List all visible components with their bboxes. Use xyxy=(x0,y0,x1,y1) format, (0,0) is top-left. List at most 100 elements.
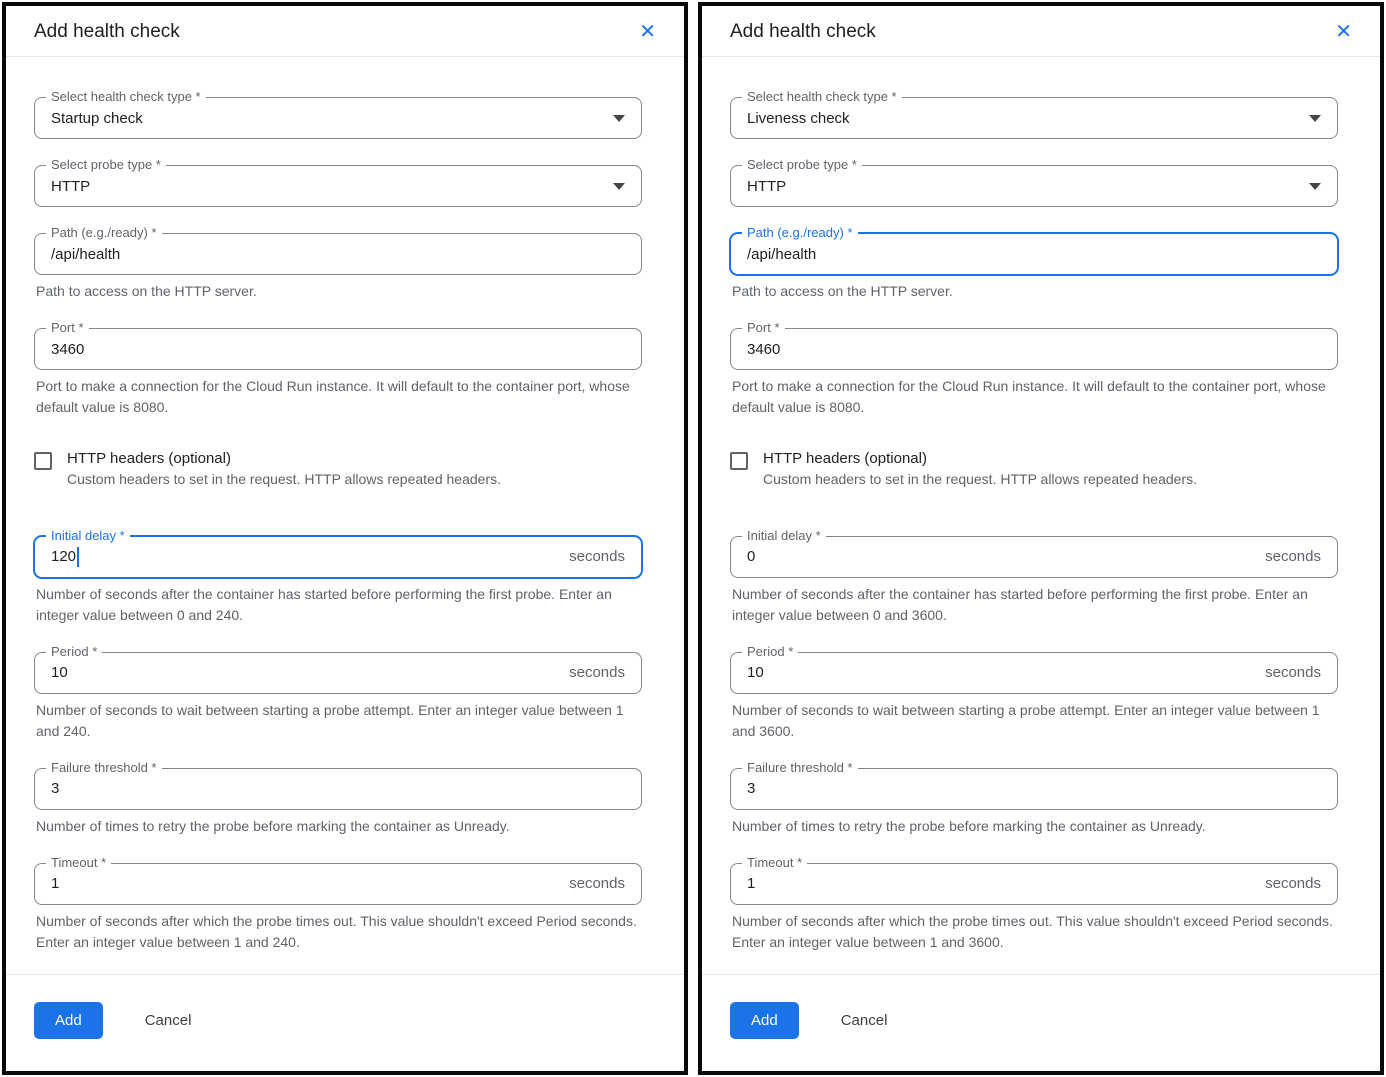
initial-delay-input[interactable]: Initial delay * 0 seconds xyxy=(730,536,1338,578)
checkbox-label[interactable]: HTTP headers (optional) xyxy=(67,450,501,467)
add-button[interactable]: Add xyxy=(34,1002,103,1039)
field-value: HTTP xyxy=(51,178,90,195)
field-label: Failure threshold * xyxy=(46,760,162,775)
field-group-timeout: Timeout * 1 seconds Number of seconds af… xyxy=(34,863,642,953)
port-input[interactable]: Port * 3460 xyxy=(34,328,642,370)
probe-type-select[interactable]: Select probe type * HTTP xyxy=(730,165,1338,207)
dropdown-arrow-icon xyxy=(613,115,625,122)
timeout-input[interactable]: Timeout * 1 seconds xyxy=(34,863,642,905)
helper-text: Port to make a connection for the Cloud … xyxy=(36,376,640,418)
field-value: 10 xyxy=(51,664,68,681)
field-value: 3 xyxy=(51,780,59,797)
dialog-startup-check: Add health check ✕ Select health check t… xyxy=(2,2,688,1075)
field-label: Select health check type * xyxy=(46,89,206,104)
dialog-title: Add health check xyxy=(34,21,180,43)
field-suffix: seconds xyxy=(1265,664,1321,681)
path-input[interactable]: Path (e.g./ready) * /api/health xyxy=(34,233,642,275)
field-group-probe-type: Select probe type * HTTP xyxy=(730,165,1338,207)
helper-text: Number of seconds after which the probe … xyxy=(732,911,1336,953)
helper-text: Number of times to retry the probe befor… xyxy=(732,816,1336,837)
period-input[interactable]: Period * 10 seconds xyxy=(730,652,1338,694)
dialog-title: Add health check xyxy=(730,21,876,43)
dialog-header: Add health check ✕ xyxy=(6,6,684,57)
field-label: Port * xyxy=(742,320,785,335)
field-label: Initial delay * xyxy=(46,528,130,543)
helper-text: Number of seconds after the container ha… xyxy=(36,584,640,626)
http-headers-group: HTTP headers (optional) Custom headers t… xyxy=(730,450,1338,490)
dropdown-arrow-icon xyxy=(1309,183,1321,190)
field-label: Timeout * xyxy=(46,855,111,870)
dropdown-arrow-icon xyxy=(613,183,625,190)
field-label: Path (e.g./ready) * xyxy=(742,225,858,240)
http-headers-group: HTTP headers (optional) Custom headers t… xyxy=(34,450,642,490)
close-icon[interactable]: ✕ xyxy=(1333,20,1354,44)
dialog-body: Select health check type * Liveness chec… xyxy=(702,57,1380,974)
helper-text: Number of seconds after the container ha… xyxy=(732,584,1336,626)
field-group-timeout: Timeout * 1 seconds Number of seconds af… xyxy=(730,863,1338,953)
field-value: /api/health xyxy=(51,246,120,263)
helper-text: Number of seconds after which the probe … xyxy=(36,911,640,953)
field-label: Select health check type * xyxy=(742,89,902,104)
field-label: Period * xyxy=(742,644,798,659)
field-label: Select probe type * xyxy=(46,157,166,172)
field-group-probe-type: Select probe type * HTTP xyxy=(34,165,642,207)
field-suffix: seconds xyxy=(569,875,625,892)
text-cursor xyxy=(77,547,79,567)
field-label: Failure threshold * xyxy=(742,760,858,775)
port-input[interactable]: Port * 3460 xyxy=(730,328,1338,370)
close-icon[interactable]: ✕ xyxy=(637,20,658,44)
checkbox-helper: Custom headers to set in the request. HT… xyxy=(67,470,501,490)
field-group-period: Period * 10 seconds Number of seconds to… xyxy=(730,652,1338,742)
initial-delay-input[interactable]: Initial delay * 120 seconds xyxy=(34,536,642,578)
failure-threshold-input[interactable]: Failure threshold * 3 xyxy=(34,768,642,810)
helper-text: Number of times to retry the probe befor… xyxy=(36,816,640,837)
checkbox-text: HTTP headers (optional) Custom headers t… xyxy=(763,450,1197,490)
dropdown-arrow-icon xyxy=(1309,115,1321,122)
timeout-input[interactable]: Timeout * 1 seconds xyxy=(730,863,1338,905)
field-suffix: seconds xyxy=(569,548,625,565)
field-value: HTTP xyxy=(747,178,786,195)
field-value: 10 xyxy=(747,664,764,681)
field-value: 1 xyxy=(747,875,755,892)
dialogs-container: Add health check ✕ Select health check t… xyxy=(0,0,1386,1077)
field-value: 120 xyxy=(51,548,76,565)
http-headers-checkbox[interactable] xyxy=(730,452,748,470)
field-label: Select probe type * xyxy=(742,157,862,172)
field-suffix: seconds xyxy=(1265,875,1321,892)
add-button[interactable]: Add xyxy=(730,1002,799,1039)
probe-type-select[interactable]: Select probe type * HTTP xyxy=(34,165,642,207)
dialog-header: Add health check ✕ xyxy=(702,6,1380,57)
field-group-path: Path (e.g./ready) * /api/health Path to … xyxy=(730,233,1338,302)
field-value: 0 xyxy=(747,548,755,565)
field-group-initial-delay: Initial delay * 0 seconds Number of seco… xyxy=(730,536,1338,626)
helper-text: Path to access on the HTTP server. xyxy=(36,281,640,302)
field-label: Timeout * xyxy=(742,855,807,870)
field-group-period: Period * 10 seconds Number of seconds to… xyxy=(34,652,642,742)
health-check-type-select[interactable]: Select health check type * Startup check xyxy=(34,97,642,139)
checkbox-text: HTTP headers (optional) Custom headers t… xyxy=(67,450,501,490)
field-label: Period * xyxy=(46,644,102,659)
checkbox-label[interactable]: HTTP headers (optional) xyxy=(763,450,1197,467)
cancel-button[interactable]: Cancel xyxy=(841,1012,888,1029)
field-suffix: seconds xyxy=(1265,548,1321,565)
path-input[interactable]: Path (e.g./ready) * /api/health xyxy=(730,233,1338,275)
http-headers-checkbox[interactable] xyxy=(34,452,52,470)
field-label: Path (e.g./ready) * xyxy=(46,225,162,240)
field-value: 3460 xyxy=(51,341,84,358)
field-label: Initial delay * xyxy=(742,528,826,543)
helper-text: Number of seconds to wait between starti… xyxy=(732,700,1336,742)
field-value: 3 xyxy=(747,780,755,797)
field-suffix: seconds xyxy=(569,664,625,681)
field-value: Liveness check xyxy=(747,110,850,127)
period-input[interactable]: Period * 10 seconds xyxy=(34,652,642,694)
field-group-port: Port * 3460 Port to make a connection fo… xyxy=(730,328,1338,418)
health-check-type-select[interactable]: Select health check type * Liveness chec… xyxy=(730,97,1338,139)
field-value: Startup check xyxy=(51,110,143,127)
failure-threshold-input[interactable]: Failure threshold * 3 xyxy=(730,768,1338,810)
field-value: /api/health xyxy=(747,246,816,263)
field-value: 1 xyxy=(51,875,59,892)
field-group-failure-threshold: Failure threshold * 3 Number of times to… xyxy=(34,768,642,837)
cancel-button[interactable]: Cancel xyxy=(145,1012,192,1029)
field-group-health-check-type: Select health check type * Startup check xyxy=(34,97,642,139)
checkbox-helper: Custom headers to set in the request. HT… xyxy=(763,470,1197,490)
